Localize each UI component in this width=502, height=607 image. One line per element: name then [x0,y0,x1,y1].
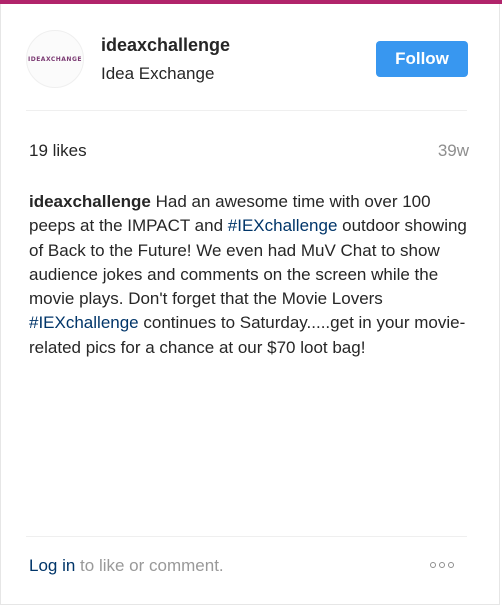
post-timestamp[interactable]: 39w [438,141,469,161]
header-divider [26,110,467,111]
username[interactable]: ideaxchallenge [101,35,230,56]
dot [448,562,454,568]
account-subtitle: Idea Exchange [101,64,215,83]
more-options-icon[interactable] [430,562,454,568]
hashtag-link[interactable]: #IEXchallenge [228,216,338,235]
follow-button[interactable]: Follow [376,41,468,77]
comment-prompt-text: to like or comment. [75,556,224,575]
comment-prompt: Log in to like or comment. [29,556,224,576]
login-link[interactable]: Log in [29,556,75,575]
likes-count[interactable]: 19 likes [29,141,87,161]
post-caption: ideaxchallenge Had an awesome time with … [29,190,474,360]
dot [430,562,436,568]
dot [439,562,445,568]
avatar-logo-text: IDEAXCHANGE [28,55,82,63]
caption-username[interactable]: ideaxchallenge [29,192,151,211]
footer-divider [26,536,467,537]
avatar[interactable]: IDEAXCHANGE [26,30,84,88]
hashtag-link[interactable]: #IEXchallenge [29,313,139,332]
